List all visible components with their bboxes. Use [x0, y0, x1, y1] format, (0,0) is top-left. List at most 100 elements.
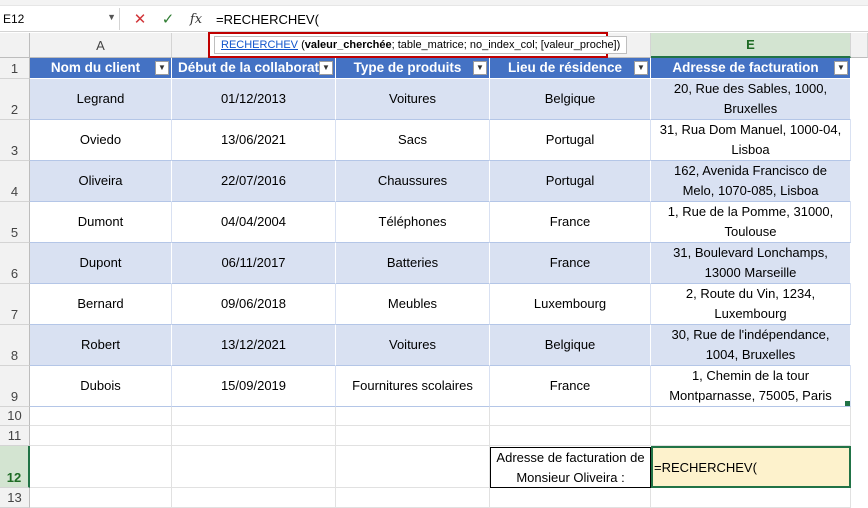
- table-header-cell[interactable]: Nom du client ▼: [30, 58, 172, 79]
- empty-cell[interactable]: [336, 426, 490, 446]
- table-cell[interactable]: France: [490, 202, 651, 243]
- table-header-cell[interactable]: Type de produits ▼: [336, 58, 490, 79]
- table-cell[interactable]: Fournitures scolaires: [336, 366, 490, 407]
- row-header-7[interactable]: 7: [0, 284, 30, 325]
- table-cell[interactable]: 13/12/2021: [172, 325, 336, 366]
- empty-cell[interactable]: [172, 488, 336, 508]
- table-header-cell[interactable]: Adresse de facturation ▼: [651, 58, 851, 79]
- empty-cell[interactable]: [172, 426, 336, 446]
- function-help-link[interactable]: RECHERCHEV: [221, 39, 298, 51]
- cancel-icon[interactable]: ✕: [126, 10, 154, 28]
- table-cell[interactable]: Belgique: [490, 79, 651, 120]
- table-cell[interactable]: 30, Rue de l'indépendance, 1004, Bruxell…: [651, 325, 851, 366]
- table-cell[interactable]: 04/04/2004: [172, 202, 336, 243]
- formula-input[interactable]: =RECHERCHEV(: [212, 8, 862, 30]
- table-cell[interactable]: 09/06/2018: [172, 284, 336, 325]
- filter-dropdown-icon[interactable]: ▼: [473, 61, 487, 75]
- table-cell[interactable]: Chaussures: [336, 161, 490, 202]
- row-header-6[interactable]: 6: [0, 243, 30, 284]
- row-header-10[interactable]: 10: [0, 407, 30, 426]
- column-header-e[interactable]: E: [651, 33, 851, 58]
- row-header-1[interactable]: 1: [0, 58, 30, 79]
- table-cell[interactable]: Sacs: [336, 120, 490, 161]
- row-header-12[interactable]: 12: [0, 446, 30, 488]
- filter-dropdown-icon[interactable]: ▼: [634, 61, 648, 75]
- row-header-2[interactable]: 2: [0, 79, 30, 120]
- empty-cell[interactable]: [172, 407, 336, 426]
- row-header-3[interactable]: 3: [0, 120, 30, 161]
- table-cell[interactable]: 06/11/2017: [172, 243, 336, 284]
- table-header-label: Début de la collaboration: [178, 60, 319, 75]
- empty-cell[interactable]: [651, 488, 851, 508]
- table-cell[interactable]: Téléphones: [336, 202, 490, 243]
- table-cell[interactable]: 01/12/2013: [172, 79, 336, 120]
- empty-cell[interactable]: [651, 407, 851, 426]
- empty-cell[interactable]: [651, 426, 851, 446]
- table-header-label: Nom du client: [50, 60, 141, 75]
- table-cell[interactable]: Bernard: [30, 284, 172, 325]
- table-cell[interactable]: 1, Rue de la Pomme, 31000, Toulouse: [651, 202, 851, 243]
- row-header-11[interactable]: 11: [0, 426, 30, 446]
- table-cell[interactable]: 162, Avenida Francisco de Melo, 1070-085…: [651, 161, 851, 202]
- table-cell[interactable]: Belgique: [490, 325, 651, 366]
- tooltip-open-paren: (: [298, 39, 305, 51]
- chevron-down-icon[interactable]: ▼: [107, 12, 116, 22]
- table-cell[interactable]: France: [490, 366, 651, 407]
- row-header-8[interactable]: 8: [0, 325, 30, 366]
- table-cell[interactable]: Dumont: [30, 202, 172, 243]
- table-cell[interactable]: Oviedo: [30, 120, 172, 161]
- empty-cell[interactable]: [30, 426, 172, 446]
- row-header-5[interactable]: 5: [0, 202, 30, 243]
- column-header-f[interactable]: [851, 33, 868, 58]
- table-cell[interactable]: Meubles: [336, 284, 490, 325]
- empty-cell[interactable]: [490, 426, 651, 446]
- table-cell[interactable]: 13/06/2021: [172, 120, 336, 161]
- table-cell[interactable]: Dubois: [30, 366, 172, 407]
- row-header-9[interactable]: 9: [0, 366, 30, 407]
- empty-cell[interactable]: [30, 446, 172, 488]
- table-cell[interactable]: France: [490, 243, 651, 284]
- table-cell[interactable]: Portugal: [490, 161, 651, 202]
- empty-cell[interactable]: [336, 407, 490, 426]
- check-icon[interactable]: ✓: [154, 10, 182, 28]
- table-cell[interactable]: Voitures: [336, 79, 490, 120]
- filter-dropdown-icon[interactable]: ▼: [834, 61, 848, 75]
- table-resize-handle[interactable]: [845, 401, 850, 406]
- table-cell[interactable]: Robert: [30, 325, 172, 366]
- table-cell[interactable]: 15/09/2019: [172, 366, 336, 407]
- empty-cell[interactable]: [30, 488, 172, 508]
- filter-dropdown-icon[interactable]: ▼: [319, 61, 333, 75]
- tooltip-current-arg[interactable]: valeur_cherchée: [305, 39, 392, 51]
- row-header-13[interactable]: 13: [0, 488, 30, 508]
- table-cell[interactable]: 31, Boulevard Lonchamps, 13000 Marseille: [651, 243, 851, 284]
- table-cell[interactable]: Portugal: [490, 120, 651, 161]
- table-header-cell[interactable]: Début de la collaboration▼: [172, 58, 336, 79]
- empty-cell[interactable]: [172, 446, 336, 488]
- empty-cell[interactable]: [30, 407, 172, 426]
- empty-cell[interactable]: [490, 407, 651, 426]
- insert-function-icon[interactable]: fx: [182, 12, 210, 27]
- row-header-4[interactable]: 4: [0, 161, 30, 202]
- table-cell[interactable]: Dupont: [30, 243, 172, 284]
- table-cell[interactable]: 20, Rue des Sables, 1000, Bruxelles: [651, 79, 851, 120]
- table-cell[interactable]: 2, Route du Vin, 1234, Luxembourg: [651, 284, 851, 325]
- table-cell[interactable]: 1, Chemin de la tour Montparnasse, 75005…: [651, 366, 851, 407]
- lookup-label-cell[interactable]: Adresse de facturation de Monsieur Olive…: [490, 447, 651, 488]
- table-cell[interactable]: Luxembourg: [490, 284, 651, 325]
- active-cell-e12[interactable]: =RECHERCHEV(: [651, 446, 851, 488]
- table-header-cell[interactable]: Lieu de résidence ▼: [490, 58, 651, 79]
- column-header-a[interactable]: A: [30, 33, 172, 58]
- empty-cell[interactable]: [336, 488, 490, 508]
- table-cell[interactable]: Legrand: [30, 79, 172, 120]
- name-box[interactable]: E12 ▼: [0, 8, 120, 30]
- table-cell[interactable]: Oliveira: [30, 161, 172, 202]
- empty-cell[interactable]: [490, 488, 651, 508]
- empty-cell[interactable]: [336, 446, 490, 488]
- table-cell[interactable]: 22/07/2016: [172, 161, 336, 202]
- table-cell[interactable]: Voitures: [336, 325, 490, 366]
- filter-dropdown-icon[interactable]: ▼: [155, 61, 169, 75]
- table-cell[interactable]: 31, Rua Dom Manuel, 1000-04, Lisboa: [651, 120, 851, 161]
- formula-bar: E12 ▼ ✕ ✓ fx =RECHERCHEV(: [0, 6, 868, 32]
- select-all-corner[interactable]: [0, 33, 30, 58]
- table-cell[interactable]: Batteries: [336, 243, 490, 284]
